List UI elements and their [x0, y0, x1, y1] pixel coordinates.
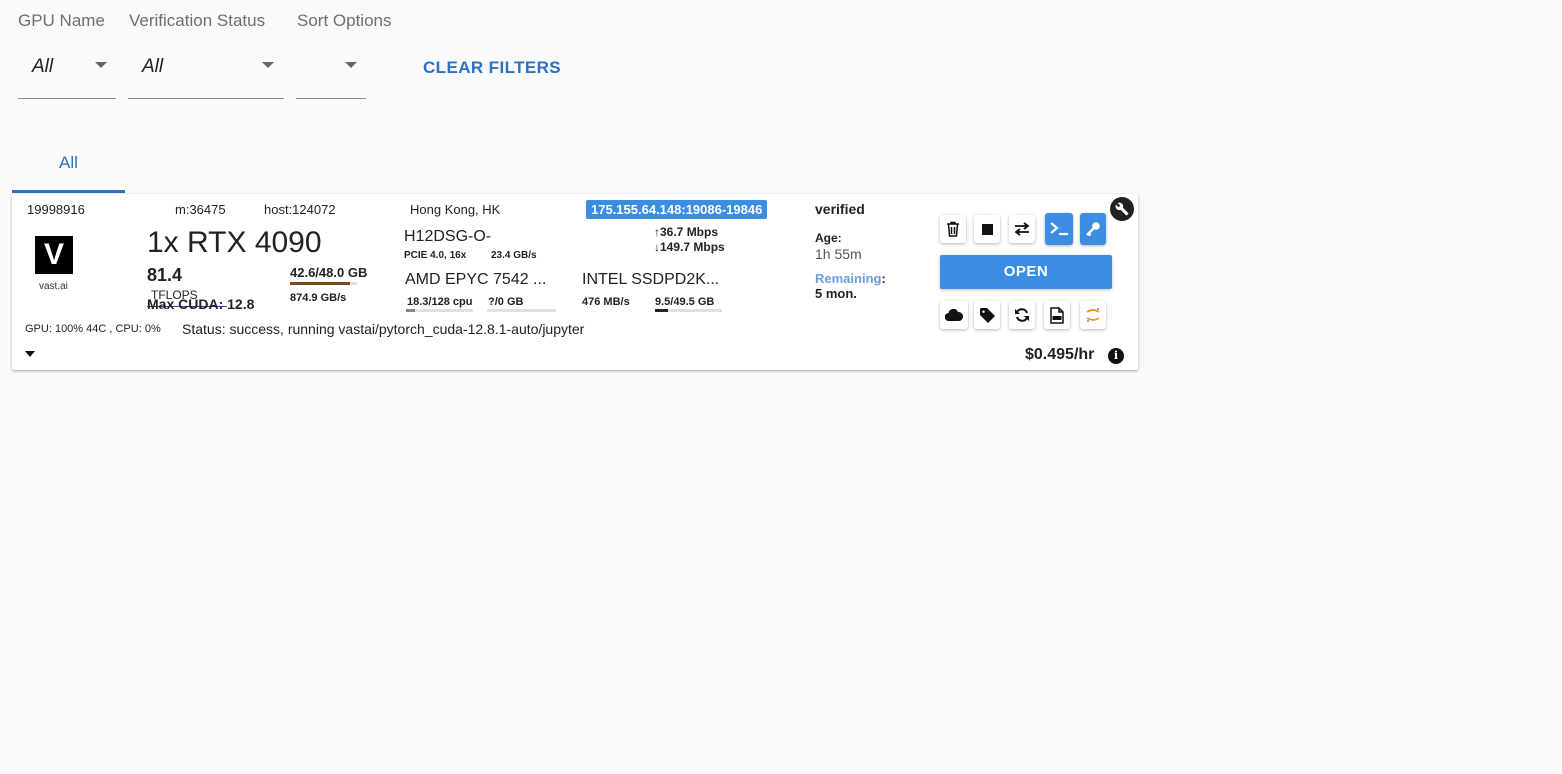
disk-speed: 476 MB/s	[582, 296, 630, 308]
price: $0.495/hr	[1025, 346, 1095, 363]
remaining-label: Remaining:	[815, 271, 886, 286]
remaining-value: 5 mon.	[815, 286, 857, 301]
cloud-icon	[945, 309, 963, 321]
stop-button[interactable]	[974, 215, 1000, 243]
ssh-key-button[interactable]	[1080, 213, 1106, 245]
tab-all[interactable]: All	[12, 145, 125, 193]
vram-usage-bar	[290, 282, 357, 285]
jupyter-icon	[1086, 308, 1100, 322]
gpu-name-label: GPU Name	[18, 11, 105, 30]
cpu-usage-bar	[406, 309, 473, 312]
vram-bandwidth: 874.9 GB/s	[290, 292, 347, 304]
ram-usage-bar	[487, 309, 556, 312]
cpu-usage-fill	[406, 309, 416, 312]
jupyter-button[interactable]	[1080, 301, 1106, 329]
reboot-button[interactable]	[1009, 301, 1035, 329]
cloud-sync-button[interactable]	[940, 301, 968, 329]
chevron-down-icon	[262, 62, 274, 68]
logs-button[interactable]	[1044, 301, 1070, 329]
instance-id: 19998916	[27, 202, 85, 217]
remaining-label-colon: :	[881, 271, 886, 286]
age-label: Age:	[815, 231, 842, 245]
swap-icon	[1014, 222, 1030, 236]
expand-caret-icon[interactable]	[25, 351, 35, 357]
gpu-name-select[interactable]: All	[18, 48, 116, 99]
download-speed-value: 149.7 Mbps	[660, 240, 725, 254]
pcie-info: PCIE 4.0, 16x	[404, 250, 467, 261]
chevron-down-icon	[345, 62, 357, 68]
transfer-button[interactable]	[1009, 215, 1035, 243]
vast-logo: V	[35, 236, 73, 274]
tag-icon	[979, 307, 995, 323]
chevron-down-icon	[95, 62, 107, 68]
cpu-usage: 18.3/128 cpu	[407, 296, 473, 308]
stop-icon	[981, 223, 993, 235]
age-value: 1h 55m	[815, 246, 862, 262]
pcie-bandwidth: 23.4 GB/s	[491, 250, 537, 261]
clear-filters-button[interactable]: CLEAR FILTERS	[423, 58, 561, 78]
verification-status-value: All	[142, 56, 164, 77]
ram-usage: ?/0 GB	[488, 296, 524, 308]
disk-usage-fill	[655, 309, 668, 312]
host-id: host:124072	[264, 202, 336, 217]
disk-usage: 9.5/49.5 GB	[655, 296, 715, 308]
wrench-icon[interactable]	[1110, 197, 1134, 221]
sort-options-label: Sort Options	[297, 11, 392, 30]
delete-button[interactable]	[940, 215, 966, 243]
gpu-model: 1x RTX 4090	[147, 226, 322, 259]
trash-icon	[947, 221, 959, 237]
motherboard: H12DSG-O-	[404, 228, 492, 245]
log-icon	[1050, 306, 1064, 324]
terminal-button[interactable]	[1045, 213, 1073, 245]
download-speed: ↓149.7 Mbps	[654, 240, 725, 254]
instance-card: 19998916 m:36475 host:124072 Hong Kong, …	[12, 194, 1138, 370]
upload-speed-value: 36.7 Mbps	[660, 225, 719, 239]
remaining-label-text: Remaining	[815, 271, 882, 286]
gpu-name-value: All	[32, 56, 54, 77]
cpu-name: AMD EPYC 7542 ...	[405, 271, 547, 288]
vram-usage-fill	[290, 282, 350, 285]
ip-ports-badge[interactable]: 175.155.64.148:19086-19846	[586, 200, 768, 219]
vram: 42.6/48.0 GB	[290, 265, 368, 280]
verification-status-label: Verification Status	[129, 11, 266, 30]
tag-button[interactable]	[974, 301, 1000, 329]
gpu-cpu-stats: GPU: 100% 44C , CPU: 0%	[25, 323, 161, 335]
terminal-icon	[1050, 222, 1068, 236]
open-button[interactable]: OPEN	[940, 255, 1112, 289]
verified-status: verified	[815, 201, 865, 217]
refresh-icon	[1015, 308, 1029, 322]
key-icon	[1086, 222, 1100, 237]
machine-id: m:36475	[175, 202, 226, 217]
sort-options-select[interactable]	[296, 48, 366, 99]
location: Hong Kong, HK	[410, 202, 501, 217]
disk-name: INTEL SSDPD2K...	[582, 271, 720, 288]
verification-status-select[interactable]: All	[128, 48, 284, 99]
status-text: Status: success, running vastai/pytorch_…	[182, 321, 585, 337]
max-cuda: Max CUDA: 12.8	[147, 296, 255, 312]
disk-usage-bar	[655, 309, 722, 312]
upload-speed: ↑36.7 Mbps	[654, 225, 718, 239]
vast-logo-text: vast.ai	[39, 281, 68, 292]
info-icon[interactable]: i	[1108, 348, 1124, 364]
tflops-value: 81.4	[147, 265, 183, 285]
